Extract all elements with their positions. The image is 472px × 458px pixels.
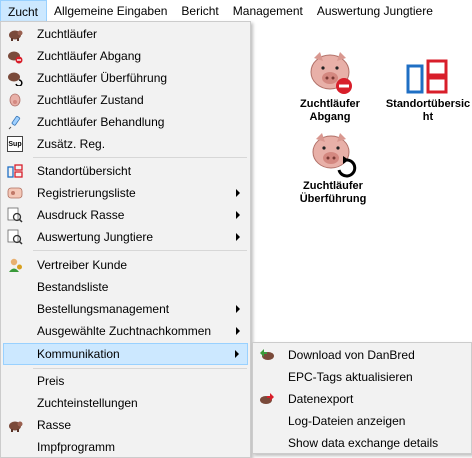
menu-allgemeine-eingaben-label: Allgemeine Eingaben <box>54 4 168 18</box>
menu-item-auswertung-jungtiere[interactable]: Auswertung Jungtiere <box>3 226 248 248</box>
evaluation-search-icon <box>7 229 23 245</box>
menu-item-zuchtlaeufer-ueberfuehrung[interactable]: Zuchtläufer Überführung <box>3 67 248 89</box>
menu-item-registrierungsliste[interactable]: Registrierungsliste <box>3 182 248 204</box>
zucht-dropdown-menu: Zuchtläufer Zuchtläufer Abgang Zuchtläuf… <box>0 21 251 458</box>
pig-status-icon <box>7 92 23 108</box>
menu-zucht-label: Zucht <box>8 4 39 19</box>
menu-item-zuchtlaeufer-behandlung[interactable]: Zuchtläufer Behandlung <box>3 111 248 133</box>
shortcut-zuchtlaeufer-abgang[interactable]: Zuchtläufer Abgang <box>292 48 368 124</box>
menu-item-vertreiber-kunde[interactable]: Vertreiber Kunde <box>3 254 248 276</box>
submenu-arrow-icon <box>236 327 240 335</box>
menu-auswertung-jungtiere-label: Auswertung Jungtiere <box>316 4 433 18</box>
menu-item-label: Zusätz. Reg. <box>37 137 106 151</box>
menu-item-zuchtlaeufer-abgang[interactable]: Zuchtläufer Abgang <box>3 45 248 67</box>
menu-bericht-label: Bericht <box>181 4 219 18</box>
submenu-item-log-dateien[interactable]: Log-Dateien anzeigen <box>255 410 469 432</box>
menu-item-label: Standortübersicht <box>37 164 132 178</box>
menu-item-standortuebersicht[interactable]: Standortübersicht <box>3 160 248 182</box>
menu-item-label: Zuchtläufer Behandlung <box>37 115 165 129</box>
menu-item-preis[interactable]: Preis <box>3 370 248 392</box>
menu-item-label: Ausgewählte Zuchtnachkommen <box>37 324 212 338</box>
menu-item-label: Kommunikation <box>37 347 120 361</box>
submenu-item-datenexport[interactable]: Datenexport <box>255 388 469 410</box>
menu-item-label: Zuchtläufer <box>37 27 98 41</box>
submenu-item-epc-tags[interactable]: EPC-Tags aktualisieren <box>255 366 469 388</box>
menu-bar: Zucht Allgemeine Eingaben Bericht Manage… <box>0 0 472 22</box>
menu-separator <box>33 250 247 251</box>
sup-badge-text: Sup <box>8 140 22 148</box>
menu-item-label: Registrierungsliste <box>37 186 136 200</box>
menu-item-label: Vertreiber Kunde <box>37 258 128 272</box>
location-overview-icon <box>7 163 23 179</box>
kommunikation-submenu: Download von DanBred EPC-Tags aktualisie… <box>252 342 472 454</box>
shortcut-zuchtlaeufer-ueberfuehrung[interactable]: Zuchtläufer Überführung <box>294 130 372 206</box>
menu-zucht[interactable]: Zucht <box>0 0 47 22</box>
submenu-arrow-icon <box>235 350 239 358</box>
menu-item-label: Bestellungsmanagement <box>37 302 170 316</box>
submenu-arrow-icon <box>236 189 240 197</box>
pig-icon <box>7 417 23 433</box>
menu-item-label: Preis <box>37 374 65 388</box>
menu-item-label: Bestandsliste <box>37 280 109 294</box>
menu-item-label: Impfprogramm <box>37 440 116 454</box>
menu-management-label: Management <box>232 4 303 18</box>
menu-separator <box>33 157 247 158</box>
menu-item-zuchteinstellungen[interactable]: Zuchteinstellungen <box>3 392 248 414</box>
download-pig-icon <box>259 347 275 363</box>
menu-item-label: Ausdruck Rasse <box>37 208 125 222</box>
menu-management[interactable]: Management <box>226 0 310 22</box>
submenu-item-data-exchange-details[interactable]: Show data exchange details <box>255 432 469 454</box>
pig-remove-icon <box>306 48 354 96</box>
menu-item-label: Zuchtläufer Zustand <box>37 93 144 107</box>
pig-transfer-icon <box>309 130 357 178</box>
menu-item-label: Zuchtläufer Abgang <box>37 49 142 63</box>
shortcut-zuchtlaeufer-ueberfuehrung-label: Zuchtläufer Überführung <box>299 180 367 205</box>
menu-bericht[interactable]: Bericht <box>174 0 225 22</box>
submenu-item-label: Show data exchange details <box>288 436 439 450</box>
menu-item-label: Zuchteinstellungen <box>37 396 138 410</box>
submenu-arrow-icon <box>236 305 240 313</box>
sup-badge-icon: Sup <box>7 136 23 152</box>
pig-remove-icon <box>7 48 23 64</box>
syringe-icon <box>7 114 23 130</box>
menu-item-ausdruck-rasse[interactable]: Ausdruck Rasse <box>3 204 248 226</box>
menu-allgemeine-eingaben[interactable]: Allgemeine Eingaben <box>47 0 174 22</box>
menu-item-zuchtlaeufer[interactable]: Zuchtläufer <box>3 23 248 45</box>
print-search-icon <box>7 207 23 223</box>
menu-auswertung-jungtiere[interactable]: Auswertung Jungtiere <box>310 0 440 22</box>
menu-item-zusaetz-reg[interactable]: Sup Zusätz. Reg. <box>3 133 248 155</box>
submenu-arrow-icon <box>236 211 240 219</box>
menu-item-label: Auswertung Jungtiere <box>37 230 154 244</box>
menu-separator <box>33 368 247 369</box>
pig-transfer-icon <box>7 70 23 86</box>
submenu-item-label: EPC-Tags aktualisieren <box>288 370 413 384</box>
submenu-item-download-danbred[interactable]: Download von DanBred <box>255 344 469 366</box>
submenu-item-label: Datenexport <box>288 392 354 406</box>
menu-item-ausgewaehlte-zuchtnachkommen[interactable]: Ausgewählte Zuchtnachkommen <box>3 320 248 342</box>
submenu-item-label: Download von DanBred <box>288 348 415 362</box>
menu-item-label: Rasse <box>37 418 72 432</box>
export-pig-icon <box>259 391 275 407</box>
menu-item-kommunikation[interactable]: Kommunikation <box>3 343 248 365</box>
menu-item-rasse[interactable]: Rasse <box>3 414 248 436</box>
submenu-arrow-icon <box>236 233 240 241</box>
submenu-item-label: Log-Dateien anzeigen <box>288 414 406 428</box>
pig-icon <box>7 26 23 42</box>
menu-item-impfprogramm[interactable]: Impfprogramm <box>3 436 248 458</box>
location-overview-icon <box>404 58 452 96</box>
menu-item-zuchtlaeufer-zustand[interactable]: Zuchtläufer Zustand <box>3 89 248 111</box>
customer-icon <box>7 257 23 273</box>
menu-item-bestellungsmanagement[interactable]: Bestellungsmanagement <box>3 298 248 320</box>
menu-item-bestandsliste[interactable]: Bestandsliste <box>3 276 248 298</box>
registration-list-icon <box>7 185 23 201</box>
menu-item-label: Zuchtläufer Überführung <box>37 71 168 85</box>
shortcut-zuchtlaeufer-abgang-label: Zuchtläufer Abgang <box>300 98 360 123</box>
shortcut-standortuebersicht[interactable]: Standortübersicht <box>384 58 472 124</box>
shortcut-standortuebersicht-label: Standortübersicht <box>385 98 471 123</box>
